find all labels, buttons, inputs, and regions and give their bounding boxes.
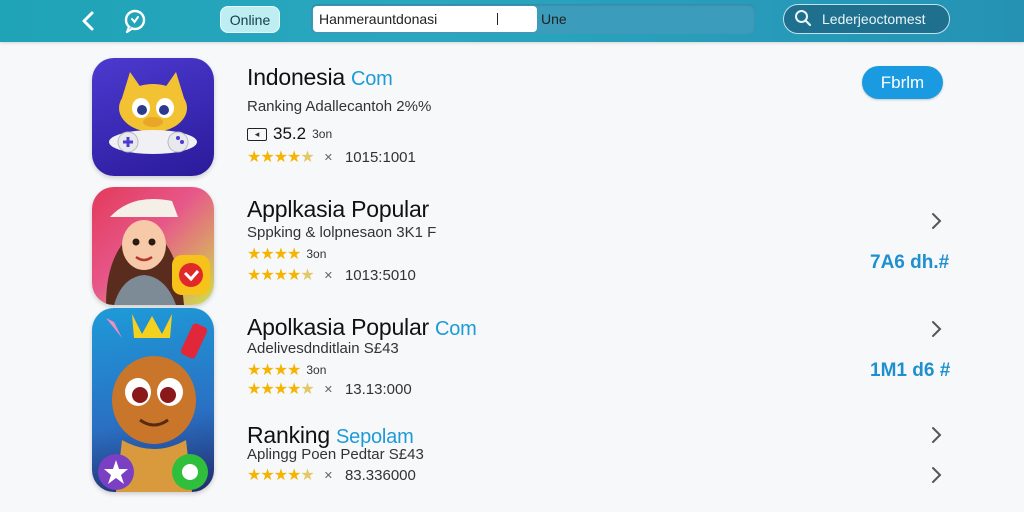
app-row[interactable]: Applkasia Popular Sppking & lolpnesaon 3… <box>0 182 1024 305</box>
app-price: 1M1 d6 # <box>870 360 951 381</box>
top-toolbar: Online Une Lederjeoctomest <box>0 0 1024 42</box>
app-rating: ★★★★★ ✕ 1013:5010 <box>247 266 416 285</box>
separator-icon: ✕ <box>323 269 333 282</box>
app-title-accent: Com <box>350 68 393 90</box>
rating-count: 1015:1001 <box>344 148 416 166</box>
app-title[interactable]: Indonesia Com <box>247 64 393 91</box>
address-bar: Une <box>311 4 755 34</box>
chevron-right-icon[interactable] <box>928 424 946 446</box>
app-title[interactable]: Apolkasia Popular Com <box>247 314 477 341</box>
rating-count: 13.13:000 <box>344 380 412 398</box>
app-subtitle: Ranking Adallecantoh 2%% <box>247 98 432 115</box>
rank-unit: 3on <box>312 127 333 141</box>
app-price: 7A6 dh.# <box>870 252 950 273</box>
app-rating: ★★★★★ ✕ 83.336000 <box>247 466 416 485</box>
star-rank-icon: ★★★★ <box>247 246 301 263</box>
girl-character-icon <box>106 199 210 305</box>
text-cursor <box>497 13 498 25</box>
cat-mascot-icon <box>109 72 197 154</box>
separator-icon: ✕ <box>323 383 333 396</box>
rank-unit: 3on <box>306 363 327 377</box>
star-rating-icon: ★★★★★ <box>247 267 315 284</box>
app-row[interactable]: Apolkasia Popular Com Adelivesdnditlain S… <box>0 302 1024 492</box>
chevron-right-icon[interactable] <box>928 318 946 340</box>
app-title[interactable]: Applkasia Popular <box>247 196 429 223</box>
rating-count: 1013:5010 <box>344 266 416 284</box>
app-title-accent: Sepolam <box>336 426 414 448</box>
app-row[interactable]: Ranking Sepolam Aplingg Poen Pedtar S£43 … <box>0 412 1024 512</box>
app-subtitle: Aplingg Poen Pedtar S£43 <box>247 446 424 463</box>
app-rank: ◂ 35.2 3on <box>247 124 332 144</box>
app-rank: ★★★★ 3on <box>247 360 326 380</box>
online-toggle-button[interactable]: Online <box>220 6 280 33</box>
app-icon-cat-game[interactable] <box>92 58 214 176</box>
rank-badge-icon: ◂ <box>247 127 267 141</box>
star-rank-icon: ★★★★ <box>247 362 301 379</box>
app-subtitle: Adelivesdnditlain S£43 <box>247 340 399 357</box>
address-tag-label: Une <box>541 11 567 27</box>
app-title-text: Ranking <box>247 422 330 448</box>
search-button-label: Lederjeoctomest <box>822 11 926 27</box>
app-title[interactable]: Ranking Sepolam <box>247 422 414 449</box>
magnifier-icon <box>794 9 812 30</box>
star-rating-icon: ★★★★★ <box>247 381 315 398</box>
separator-icon: ✕ <box>323 469 333 482</box>
back-arrow-icon[interactable] <box>74 6 104 36</box>
app-row[interactable]: Indonesia Com Ranking Adallecantoh 2%% ◂ … <box>0 42 1024 182</box>
star-rating-icon: ★★★★★ <box>247 467 315 484</box>
app-list: Indonesia Com Ranking Adallecantoh 2%% ◂ … <box>0 42 1024 512</box>
app-rating: ★★★★★ ✕ 1015:1001 <box>247 148 416 167</box>
app-title-text: Indonesia <box>247 64 345 90</box>
address-tag: Une <box>497 9 567 29</box>
app-rating: ★★★★★ ✕ 13.13:000 <box>247 380 412 399</box>
get-button[interactable]: Fbrlm <box>862 66 943 99</box>
app-subtitle: Sppking & lolpnesaon 3K1 F <box>247 224 437 241</box>
app-title-accent: Com <box>435 318 477 340</box>
search-button[interactable]: Lederjeoctomest <box>783 4 950 34</box>
address-input[interactable] <box>313 6 537 32</box>
app-rank: ★★★★ 3on <box>247 244 326 264</box>
rating-count: 83.336000 <box>344 466 416 484</box>
app-icon-girl-game[interactable] <box>92 187 214 305</box>
chat-bubble-icon[interactable] <box>120 6 150 36</box>
app-title-text: Apolkasia Popular <box>247 314 429 340</box>
star-rating-icon: ★★★★★ <box>247 149 315 166</box>
chevron-right-icon[interactable] <box>928 464 946 486</box>
rank-value: 35.2 <box>273 124 307 143</box>
chevron-right-icon[interactable] <box>928 210 946 232</box>
rank-unit: 3on <box>306 247 327 261</box>
separator-icon: ✕ <box>323 151 333 164</box>
